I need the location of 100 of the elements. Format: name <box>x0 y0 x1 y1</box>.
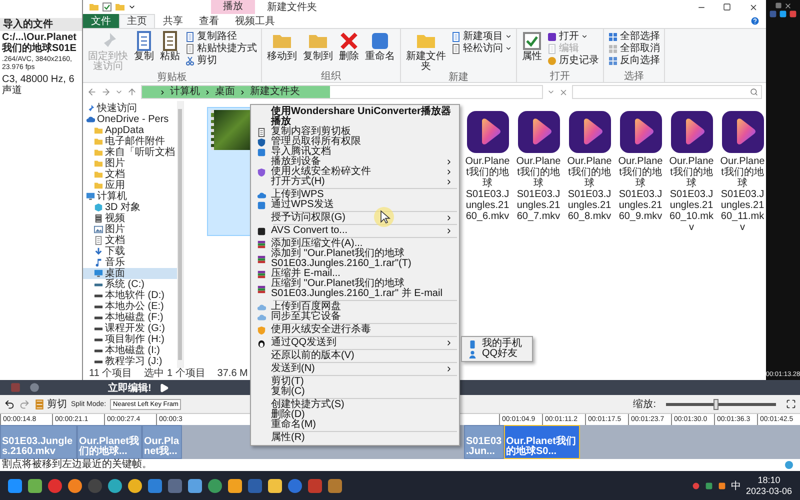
breadcrumb[interactable]: 计算机 <box>170 86 200 98</box>
breadcrumb[interactable]: 新建文件夹 <box>250 86 300 98</box>
nav-item[interactable]: 项目制作 (H:) <box>83 334 177 345</box>
nav-item[interactable]: 音乐 <box>83 257 177 268</box>
ribbon-tab[interactable]: 主页 <box>119 14 155 28</box>
nav-item[interactable]: 文档 <box>83 169 177 180</box>
ribbon-button[interactable]: 属性 <box>521 31 543 71</box>
nav-item[interactable]: 图片 <box>83 158 177 169</box>
caret-icon[interactable] <box>128 3 136 11</box>
close-button[interactable] <box>559 88 568 96</box>
taskbar-app-icon[interactable] <box>108 478 122 492</box>
nav-item[interactable]: 快速访问 <box>83 103 177 114</box>
close-icon[interactable] <box>784 2 792 10</box>
nav-item[interactable]: 计算机 <box>83 191 177 202</box>
edit-now-label[interactable]: 立即编辑! <box>108 380 152 394</box>
undo-button[interactable] <box>4 398 15 410</box>
taskbar-app-icon[interactable] <box>228 478 242 492</box>
cut-button[interactable]: 剪切 <box>34 397 67 411</box>
ribbon-button[interactable]: 轻松访问 <box>451 43 512 54</box>
clock[interactable]: 18:10 2023-03-06 <box>746 474 792 496</box>
menu-item[interactable]: 使用Wondershare UniConverter播放器播放 <box>251 107 459 127</box>
taskbar-app-icon[interactable] <box>268 478 282 492</box>
nav-item[interactable]: 课程开发 (G:) <box>83 323 177 334</box>
slider-thumb[interactable] <box>713 398 718 410</box>
assistant-icon[interactable] <box>784 460 794 470</box>
ribbon-button[interactable]: 重命名 <box>364 31 396 71</box>
menu-item[interactable]: 管理员取得所有权限 <box>251 137 459 147</box>
menu-item[interactable]: 压缩并 E-mail... <box>251 269 459 279</box>
menu-item[interactable]: 同步至其它设备 <box>251 312 459 322</box>
menu-item[interactable]: 上传到百度网盘 <box>251 302 459 312</box>
dropdown-button[interactable] <box>115 88 123 96</box>
menu-item[interactable]: 删除(D) <box>251 410 459 420</box>
menu-item[interactable]: 创建快捷方式(S) <box>251 400 459 410</box>
ribbon-button[interactable]: 全部取消 <box>608 43 660 54</box>
check-icon[interactable] <box>102 2 112 12</box>
nav-item[interactable]: 本地软件 (D:) <box>83 290 177 301</box>
ribbon-button[interactable]: 新建文件夹 <box>405 31 447 72</box>
nav-item[interactable]: 来自「听听文档 <box>83 147 177 158</box>
menu-item[interactable]: 属性(R) <box>251 433 459 443</box>
nav-item[interactable]: 下载 <box>83 246 177 257</box>
ribbon-button[interactable]: 移动到 <box>266 31 298 71</box>
ribbon-button[interactable]: 剪切 <box>185 55 257 66</box>
ribbon-button[interactable]: 反向选择 <box>608 55 660 66</box>
taskbar-app-icon[interactable] <box>68 478 82 492</box>
back-button[interactable] <box>87 87 97 97</box>
taskbar-app-icon[interactable] <box>188 478 202 492</box>
fullscreen-button[interactable] <box>786 399 796 409</box>
disc-icon[interactable] <box>29 382 40 393</box>
search-field[interactable] <box>572 85 762 99</box>
nav-item[interactable]: AppData <box>83 125 177 136</box>
ribbon-button[interactable]: 复制 <box>133 31 155 72</box>
taskbar-app-icon[interactable] <box>328 478 342 492</box>
nav-item[interactable]: 桌面 <box>83 268 177 279</box>
ribbon-button[interactable]: 复制到 <box>302 31 334 71</box>
nav-item[interactable]: 文档 <box>83 235 177 246</box>
taskbar-app-icon[interactable] <box>8 478 22 492</box>
ribbon-button[interactable]: 打开 <box>547 31 599 42</box>
up-button[interactable] <box>127 87 137 97</box>
menu-item[interactable]: 使用火绒安全进行杀毒 <box>251 325 459 335</box>
menu-item[interactable]: 发送到(N) <box>251 364 459 374</box>
menu-item[interactable]: 剪切(T) <box>251 377 459 387</box>
video-clip[interactable]: Our.Planet我们的地球S0... <box>504 425 580 459</box>
taskbar-app-icon[interactable] <box>28 478 42 492</box>
menu-item[interactable]: AVS Convert to... <box>251 226 459 236</box>
ribbon-button[interactable]: 历史记录 <box>547 55 599 66</box>
taskbar-app-icon[interactable] <box>148 478 162 492</box>
ribbon-button[interactable]: 粘贴快捷方式 <box>185 43 257 54</box>
nav-item[interactable]: 电子邮件附件 <box>83 136 177 147</box>
ribbon-button[interactable]: 粘贴 <box>159 31 181 72</box>
input-method-indicator[interactable]: 中 <box>730 478 741 492</box>
ribbon-button[interactable]: 删除 <box>338 31 360 71</box>
taskbar-app-icon[interactable] <box>208 478 222 492</box>
play-button[interactable] <box>159 382 170 392</box>
taskbar-app-icon[interactable] <box>128 478 142 492</box>
ribbon-button[interactable]: 新建项目 <box>451 31 512 42</box>
nav-item[interactable]: 本地办公 (E:) <box>83 301 177 312</box>
ribbon-button[interactable]: 复制路径 <box>185 31 257 42</box>
menu-item[interactable]: QQ好友 <box>462 349 532 359</box>
menu-item[interactable]: 我的手机 <box>462 339 532 349</box>
breadcrumb[interactable]: 桌面 <box>215 86 235 98</box>
window-icon[interactable] <box>774 2 782 9</box>
ribbon-button[interactable]: 全部选择 <box>608 31 660 42</box>
menu-item[interactable]: 导入腾讯文档 <box>251 147 459 157</box>
scrollbar[interactable] <box>177 101 183 368</box>
nav-item[interactable]: 图片 <box>83 224 177 235</box>
nav-item[interactable]: 本地磁盘 (F:) <box>83 312 177 323</box>
address-bar[interactable]: 计算机 桌面 新建文件夹 <box>141 85 543 99</box>
nav-item[interactable]: 3D 对象 <box>83 202 177 213</box>
menu-item[interactable]: 上传到WPS <box>251 190 459 200</box>
menu-item[interactable]: 压缩到 "Our.Planet我们的地球S01E03.Jungles.2160_1.rar" 并 E-mail <box>251 279 459 299</box>
nav-item[interactable]: 应用 <box>83 180 177 191</box>
ribbon-tab[interactable]: 文件 <box>83 14 119 28</box>
menu-item[interactable]: 打开方式(H) <box>251 177 459 187</box>
menu-item[interactable]: 还原以前的版本(V) <box>251 351 459 361</box>
nav-item[interactable]: 系统 (C:) <box>83 279 177 290</box>
menu-item[interactable]: 添加到 "Our.Planet我们的地球S01E03.Jungles.2160_1.rar"(T) <box>251 249 459 269</box>
menu-item[interactable]: 添加到压缩文件(A)... <box>251 239 459 249</box>
nav-item[interactable]: 视频 <box>83 213 177 224</box>
nav-item[interactable]: OneDrive - Pers <box>83 114 177 125</box>
menu-item[interactable]: 通过WPS发送 <box>251 200 459 210</box>
